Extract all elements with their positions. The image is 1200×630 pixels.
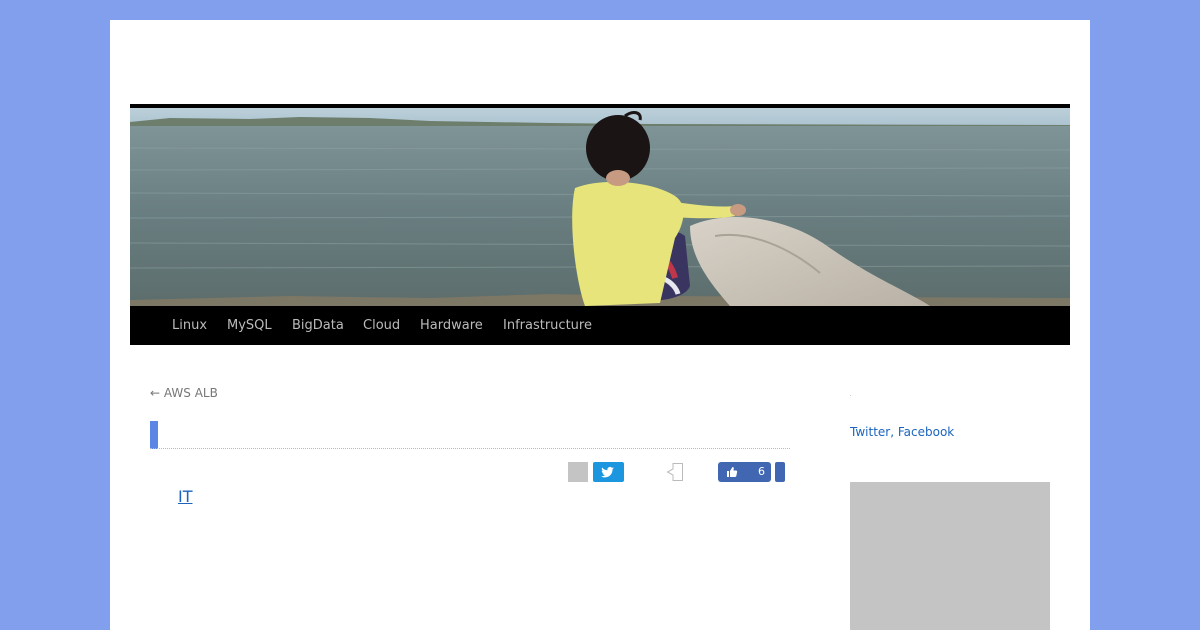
post-category-link[interactable]: IT [178, 487, 193, 506]
nav-item-mysql[interactable]: MySQL [227, 306, 272, 345]
nav-item-infrastructure[interactable]: Infrastructure [503, 306, 592, 345]
twitter-link[interactable]: Twitter [850, 425, 890, 439]
nav-item-linux[interactable]: Linux [172, 306, 207, 345]
post-title-divider [150, 448, 790, 449]
sns-separator: , [890, 425, 898, 439]
twitter-bird-icon [601, 466, 614, 478]
facebook-like-button[interactable]: 6 [718, 462, 771, 482]
tweet-button[interactable] [593, 462, 624, 482]
header-banner-image [130, 108, 1070, 306]
sidebar-sns-links: Twitter, Facebook [850, 425, 954, 439]
page-container: Linux MySQL BigData Cloud Hardware Infra… [110, 20, 1090, 630]
nav-item-hardware[interactable]: Hardware [420, 306, 483, 345]
main-navigation: Linux MySQL BigData Cloud Hardware Infra… [130, 306, 1070, 345]
bookmark-icon[interactable] [666, 462, 684, 482]
facebook-link[interactable]: Facebook [898, 425, 954, 439]
facebook-share-button[interactable] [775, 462, 785, 482]
post-title-marker [150, 421, 158, 449]
thumbs-up-icon [727, 467, 738, 477]
like-count: 6 [758, 465, 765, 478]
sidebar-ad-placeholder [850, 482, 1050, 630]
sidebar-divider-dot [850, 395, 851, 396]
share-button-placeholder[interactable] [568, 462, 588, 482]
nav-item-cloud[interactable]: Cloud [363, 306, 400, 345]
previous-post-link[interactable]: ← AWS ALB [150, 386, 218, 400]
nav-item-bigdata[interactable]: BigData [292, 306, 344, 345]
